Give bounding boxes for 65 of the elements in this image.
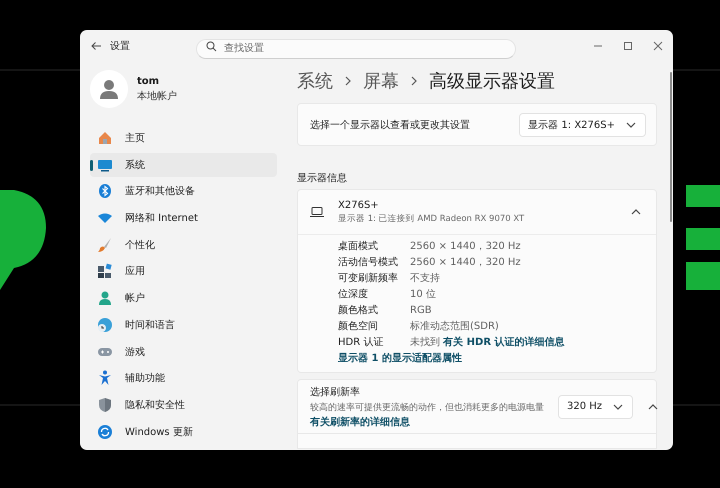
- sidebar-item[interactable]: 游戏: [90, 340, 277, 364]
- sidebar-item[interactable]: 应用: [90, 259, 277, 284]
- info-label: 颜色格式: [338, 304, 379, 317]
- sidebar-item[interactable]: 个性化: [90, 232, 277, 257]
- sidebar-item[interactable]: 网络和 Internet: [90, 206, 277, 230]
- setting-label: 选择一个显示器以查看或更改其设置: [310, 118, 470, 132]
- window-title: 设置: [110, 40, 131, 53]
- sidebar-item[interactable]: 帐户: [90, 286, 277, 310]
- chevron-down-icon: [612, 402, 624, 412]
- maximize-icon[interactable]: [623, 41, 633, 51]
- laptop-icon: [310, 206, 324, 218]
- setting-description: 较高的速率可提供更流畅的动作，但也消耗更多的电源电量: [310, 402, 544, 414]
- section-heading: 显示器信息: [297, 172, 348, 183]
- back-icon[interactable]: [90, 40, 102, 52]
- setting-title: 选择刷新率: [310, 386, 361, 398]
- globe-clock-icon: [97, 316, 113, 333]
- monitor-name: X276S+: [338, 200, 380, 210]
- sidebar-item[interactable]: 时间和语言: [90, 312, 277, 337]
- sidebar-item[interactable]: 蓝牙和其他设备: [90, 179, 277, 204]
- info-value: 2560 × 1440，320 Hz: [410, 257, 521, 268]
- info-value: 不支持: [410, 273, 440, 284]
- sidebar-item[interactable]: 辅助功能: [90, 366, 277, 390]
- search-icon: [206, 40, 217, 52]
- brush-icon: [97, 236, 113, 253]
- refresh-rate-dropdown[interactable]: 320 Hz: [558, 394, 634, 418]
- home-icon: [97, 130, 113, 146]
- chevron-right-icon: [343, 75, 353, 87]
- connection-info: 显示器 1: 已连接到 AMD Radeon RX 9070 XT: [338, 212, 526, 224]
- scrollbar[interactable]: [670, 72, 672, 222]
- breadcrumb-item: 高级显示器设置: [429, 70, 555, 93]
- info-label: 桌面模式: [338, 240, 379, 253]
- close-icon[interactable]: [653, 41, 663, 51]
- sidebar-item[interactable]: 主页: [90, 126, 277, 150]
- info-value: 10 位: [410, 289, 436, 300]
- user-name: tom: [137, 76, 160, 86]
- account-type: 本地帐户: [137, 90, 177, 102]
- info-link[interactable]: 有关刷新率的详细信息: [310, 414, 544, 428]
- info-label: 可变刷新频率: [338, 272, 399, 285]
- info-label: 颜色空间: [338, 320, 379, 333]
- adapter-link[interactable]: 显示器 1 的显示适配器属性: [338, 351, 656, 365]
- search-field[interactable]: 查找设置: [196, 38, 516, 58]
- sidebar-item[interactable]: 系统: [90, 152, 277, 177]
- breadcrumb-item[interactable]: 屏幕: [363, 69, 399, 93]
- breadcrumb-item[interactable]: 系统: [297, 69, 333, 93]
- person-icon: [97, 290, 113, 306]
- display-dropdown[interactable]: 显示器 1: X276S+: [519, 112, 646, 136]
- info-value: 2560 × 1440，320 Hz: [410, 241, 521, 252]
- info-label: 位深度: [338, 288, 369, 301]
- chevron-down-icon: [625, 120, 637, 130]
- chevron-right-icon: [409, 75, 419, 87]
- person-icon: [99, 79, 119, 99]
- sidebar-item[interactable]: 隐私和安全性: [90, 392, 277, 417]
- info-link[interactable]: 有关 HDR 认证的详细信息: [443, 337, 565, 348]
- apps-icon: [97, 263, 113, 280]
- info-value: 标准动态范围(SDR): [410, 321, 499, 332]
- sidebar-item[interactable]: Windows 更新: [90, 420, 277, 444]
- bluetooth-icon: [97, 183, 113, 200]
- info-value: 未找到: [410, 337, 440, 348]
- info-label: 活动信号模式: [338, 256, 399, 269]
- expander-header[interactable]: X276S+ 显示器 1: 已连接到 AMD Radeon RX 9070 XT: [298, 190, 656, 235]
- accessibility-icon: [97, 370, 113, 386]
- shield-icon: [97, 396, 113, 413]
- refresh-icon: [97, 424, 113, 440]
- info-value: RGB: [410, 304, 432, 316]
- info-label: HDR 认证: [338, 336, 384, 349]
